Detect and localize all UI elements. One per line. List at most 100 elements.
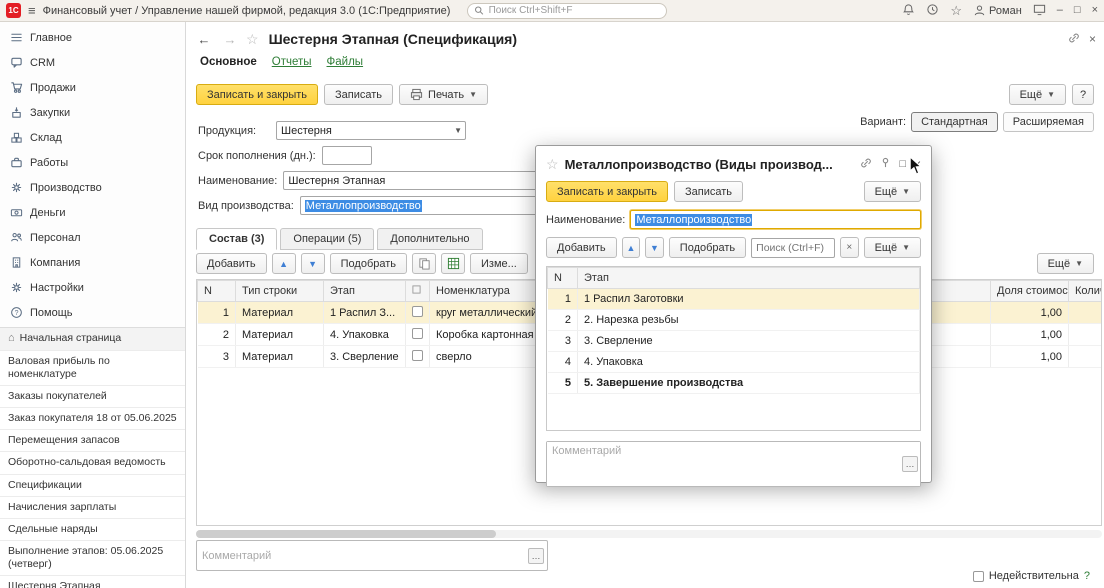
sidebar-item-settings[interactable]: Настройки <box>0 275 185 300</box>
maximize-icon[interactable]: □ <box>899 158 906 170</box>
dialog-add-button[interactable]: Добавить <box>546 237 617 258</box>
list-item[interactable]: 4 4. Упаковка <box>547 351 920 373</box>
sidebar-item-money[interactable]: Деньги <box>0 200 185 225</box>
sidebar-item-purchases[interactable]: Закупки <box>0 100 185 125</box>
search-input[interactable] <box>488 5 661 16</box>
clear-search-button[interactable]: × <box>840 237 859 258</box>
more-button[interactable]: Ещё ▼ <box>1008 84 1066 105</box>
comment-input[interactable] <box>202 549 528 562</box>
column-header-stage[interactable]: Этап <box>323 280 406 302</box>
dialog-move-up-button[interactable]: ▲ <box>621 237 641 258</box>
save-close-button[interactable]: Записать и закрыть <box>196 84 319 105</box>
dialog-comment-input[interactable] <box>547 442 920 486</box>
back-button[interactable]: ← <box>194 30 214 48</box>
list-item[interactable]: 2 2. Нарезка резьбы <box>547 309 920 331</box>
favorite-star-icon[interactable]: ☆ <box>546 156 559 173</box>
sidebar-item-production[interactable]: Производство <box>0 175 185 200</box>
add-row-button[interactable]: Добавить <box>196 253 267 274</box>
forward-button[interactable]: → <box>220 30 240 48</box>
help-button[interactable]: ? <box>1072 84 1094 105</box>
column-header-qty[interactable]: Количество пр... <box>1068 280 1101 302</box>
close-form-icon[interactable]: × <box>1089 32 1096 46</box>
invalid-help-icon[interactable]: ? <box>1084 570 1090 582</box>
open-page-item[interactable]: ⌂ Начальная страница <box>0 328 185 351</box>
maximize-icon[interactable]: □ <box>1074 5 1081 16</box>
open-page-item[interactable]: Перемещения запасов <box>0 430 185 453</box>
column-header-share[interactable]: Доля стоимости <box>990 280 1069 302</box>
name-input[interactable] <box>288 174 542 187</box>
sidebar-item-crm[interactable]: CRM <box>0 50 185 75</box>
save-button[interactable]: Записать <box>324 84 394 105</box>
notifications-bell-icon[interactable] <box>902 3 915 19</box>
favorites-star-icon[interactable]: ☆ <box>950 3 962 19</box>
sidebar-item-main[interactable]: Главное <box>0 25 185 50</box>
column-header-n[interactable]: N <box>547 267 578 289</box>
variant-standard-button[interactable]: Стандартная <box>911 112 998 132</box>
table-more-button[interactable]: Ещё ▼ <box>1036 253 1094 274</box>
column-header-n[interactable]: N <box>197 280 236 302</box>
user-menu[interactable]: Роман <box>973 4 1022 17</box>
main-menu-icon[interactable]: ≡ <box>28 3 36 18</box>
move-up-button[interactable]: ▲ <box>271 253 296 274</box>
sidebar-item-help[interactable]: ? Помощь <box>0 300 185 325</box>
copy-rows-button[interactable] <box>412 253 437 274</box>
print-button[interactable]: Печать ▼ <box>399 84 489 105</box>
open-page-item[interactable]: Оборотно-сальдовая ведомость <box>0 452 185 475</box>
tab-additional[interactable]: Дополнительно <box>377 228 483 250</box>
dialog-search-input[interactable] <box>756 241 830 254</box>
horizontal-scrollbar[interactable] <box>196 530 1102 538</box>
product-input[interactable] <box>281 124 451 137</box>
open-page-item[interactable]: Заказ покупателя 18 от 05.06.2025 <box>0 408 185 431</box>
name-field[interactable] <box>283 171 546 190</box>
ellipsis-icon[interactable]: … <box>902 456 918 472</box>
dialog-save-close-button[interactable]: Записать и закрыть <box>546 181 669 202</box>
open-page-item[interactable]: Выполнение этапов: 05.06.2025 (четверг) <box>0 541 185 577</box>
row-checkbox[interactable] <box>412 305 423 317</box>
dialog-list-more-button[interactable]: Ещё ▼ <box>863 237 922 258</box>
open-page-item[interactable]: Шестерня Этапная (Спецификация) <box>0 576 185 588</box>
ellipsis-icon[interactable]: … <box>528 547 544 564</box>
row-checkbox[interactable] <box>412 349 423 361</box>
production-type-field[interactable]: Металлопроизводство ▼ <box>299 196 562 215</box>
open-page-item[interactable]: Начисления зарплаты <box>0 497 185 519</box>
column-header-stage[interactable]: Этап <box>577 267 920 289</box>
invalid-checkbox[interactable] <box>972 570 984 582</box>
pick-button[interactable]: Подобрать <box>329 253 408 274</box>
favorite-star-icon[interactable]: ☆ <box>246 31 259 48</box>
dialog-more-button[interactable]: Ещё ▼ <box>863 181 921 202</box>
sidebar-item-warehouse[interactable]: Склад <box>0 125 185 150</box>
link-icon[interactable] <box>860 157 872 172</box>
product-field[interactable]: ▼ <box>276 121 466 140</box>
dialog-save-button[interactable]: Записать <box>674 181 744 202</box>
sidebar-item-sales[interactable]: Продажи <box>0 75 185 100</box>
open-page-item[interactable]: Валовая прибыль по номенклатуре <box>0 351 185 386</box>
choose-icon[interactable]: ▼ <box>454 126 462 135</box>
column-header-row-type[interactable]: Тип строки <box>235 280 324 302</box>
dialog-move-down-button[interactable]: ▼ <box>645 237 664 258</box>
tab-operations[interactable]: Операции (5) <box>280 228 375 250</box>
replenish-period-field[interactable] <box>321 146 372 165</box>
dialog-pick-button[interactable]: Подобрать <box>668 237 747 258</box>
close-window-icon[interactable]: × <box>1092 5 1098 16</box>
row-checkbox[interactable] <box>412 327 423 339</box>
pin-icon[interactable] <box>880 157 891 171</box>
history-icon[interactable] <box>926 3 939 19</box>
sidebar-item-works[interactable]: Работы <box>0 150 185 175</box>
global-search[interactable] <box>467 2 668 19</box>
dialog-comment-field[interactable]: … <box>546 441 921 487</box>
export-table-button[interactable] <box>441 253 466 274</box>
tab-composition[interactable]: Состав (3) <box>196 228 278 250</box>
link-icon[interactable] <box>1068 32 1080 47</box>
open-page-item[interactable]: Спецификации <box>0 475 185 497</box>
tab-reports[interactable]: Отчеты <box>272 56 312 68</box>
dialog-search-field[interactable] <box>751 237 835 258</box>
list-item[interactable]: 1 1 Распил Заготовки <box>547 288 920 310</box>
edit-button[interactable]: Изме... <box>470 253 528 274</box>
list-item[interactable]: 5 5. Завершение производства <box>547 372 920 394</box>
scrollbar-thumb[interactable] <box>196 530 496 538</box>
move-down-button[interactable]: ▼ <box>300 253 325 274</box>
interface-panel-icon[interactable] <box>1033 3 1046 19</box>
column-header-flag[interactable] <box>405 280 430 302</box>
tab-files[interactable]: Файлы <box>327 56 364 68</box>
sidebar-item-company[interactable]: Компания <box>0 250 185 275</box>
